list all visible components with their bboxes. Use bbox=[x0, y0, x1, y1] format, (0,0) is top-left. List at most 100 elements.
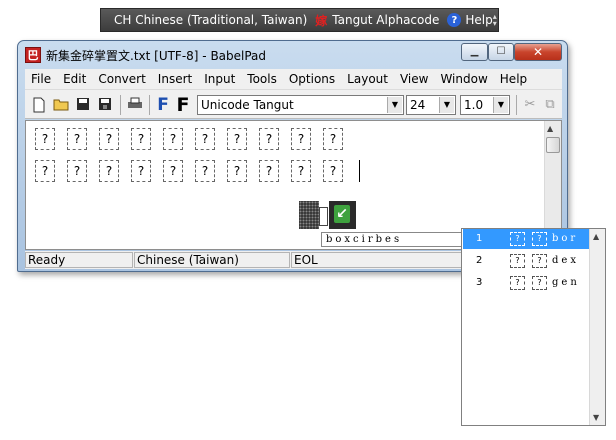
app-icon[interactable]: 巴 bbox=[25, 47, 41, 63]
tangut-glyph-box: ? bbox=[99, 128, 119, 150]
tangut-glyph-box: ? bbox=[163, 128, 183, 150]
candidate-latin: dex bbox=[552, 255, 579, 266]
scroll-up-icon[interactable]: ▲ bbox=[593, 232, 599, 241]
new-file-icon[interactable] bbox=[31, 97, 47, 113]
ime-mode-indicator[interactable] bbox=[319, 207, 328, 226]
menu-convert[interactable]: Convert bbox=[92, 72, 151, 86]
menu-edit[interactable]: Edit bbox=[57, 72, 92, 86]
menu-input[interactable]: Input bbox=[198, 72, 241, 86]
toolbar-separator bbox=[149, 95, 150, 115]
menu-window[interactable]: Window bbox=[434, 72, 493, 86]
ime-label: Tangut Alphacode bbox=[332, 13, 440, 27]
chevron-down-icon[interactable]: ▼ bbox=[387, 97, 402, 113]
tangut-glyph-box: ? bbox=[291, 128, 311, 150]
status-language: Chinese (Taiwan) bbox=[134, 252, 290, 268]
font-dialog-icon[interactable]: F bbox=[155, 97, 171, 114]
tangut-glyph-box: ? bbox=[259, 160, 279, 182]
candidate-number: 3 bbox=[476, 277, 483, 288]
input-language-selector[interactable]: CH Chinese (Traditional, Taiwan) bbox=[114, 13, 307, 27]
tangut-glyph-box: ? bbox=[67, 128, 87, 150]
status-state: Ready bbox=[25, 252, 133, 268]
font-size-dropdown[interactable]: 24 ▼ bbox=[406, 95, 456, 115]
title-bar[interactable]: 巴 新集金碎掌置文.txt [UTF-8] - BabelPad ▁ ☐ ✕ bbox=[18, 41, 567, 69]
window-title: 新集金碎掌置文.txt [UTF-8] - BabelPad bbox=[46, 49, 267, 63]
scroll-up-icon[interactable]: ▲ bbox=[547, 124, 553, 133]
tangut-glyph-box: ? bbox=[99, 160, 119, 182]
font-bold-icon[interactable]: F bbox=[175, 96, 191, 115]
maximize-button[interactable]: ☐ bbox=[488, 43, 514, 61]
language-bar: CH Chinese (Traditional, Taiwan) 嫁 Tangu… bbox=[100, 8, 499, 32]
ime-candidate-list: 1?? bor 2?? dex 3?? gen ▲ ▼ bbox=[461, 228, 606, 426]
save-icon[interactable] bbox=[75, 97, 91, 113]
candidate-scrollbar[interactable]: ▲ ▼ bbox=[589, 229, 605, 425]
tangut-glyph-box: ? bbox=[67, 160, 87, 182]
candidate-glyph: ? bbox=[510, 276, 525, 290]
menu-help[interactable]: Help bbox=[494, 72, 533, 86]
line-spacing-value: 1.0 bbox=[464, 98, 484, 112]
candidate-glyph: ? bbox=[510, 254, 525, 268]
candidate-glyph: ? bbox=[532, 254, 547, 268]
tangut-glyph-box: ? bbox=[195, 160, 215, 182]
font-name-value: Unicode Tangut bbox=[201, 98, 294, 112]
cut-icon[interactable]: ✂ bbox=[522, 97, 538, 113]
tangut-glyph-box: ? bbox=[259, 128, 279, 150]
tangut-glyph-box: ? bbox=[163, 160, 183, 182]
status-eol: EOL bbox=[291, 252, 471, 268]
scrollbar-thumb[interactable] bbox=[546, 137, 560, 153]
print-icon[interactable] bbox=[127, 97, 143, 113]
language-label: CH Chinese (Traditional, Taiwan) bbox=[114, 13, 308, 27]
toolbar-separator bbox=[120, 95, 121, 115]
help-button[interactable]: ? Help bbox=[447, 13, 493, 27]
menu-bar: File Edit Convert Insert Input Tools Opt… bbox=[25, 69, 562, 89]
tangut-glyph-box: ? bbox=[35, 160, 55, 182]
language-bar-options-icon[interactable]: ▴ ▾ bbox=[493, 13, 497, 28]
menu-tools[interactable]: Tools bbox=[241, 72, 283, 86]
help-label: Help bbox=[465, 13, 493, 27]
menu-file[interactable]: File bbox=[25, 72, 57, 86]
candidate-item[interactable]: 3?? gen bbox=[463, 273, 589, 293]
menu-insert[interactable]: Insert bbox=[152, 72, 198, 86]
font-size-value: 24 bbox=[410, 98, 426, 112]
close-button[interactable]: ✕ bbox=[514, 43, 562, 61]
tangut-glyph-box: ? bbox=[291, 160, 311, 182]
chevron-down-icon[interactable]: ▼ bbox=[493, 97, 508, 113]
menu-options[interactable]: Options bbox=[283, 72, 341, 86]
candidate-glyph: ? bbox=[532, 232, 547, 246]
save-all-icon[interactable] bbox=[97, 97, 113, 113]
candidate-glyph: ? bbox=[532, 276, 547, 290]
tangut-glyph-box: ? bbox=[131, 160, 151, 182]
tangut-glyph-box: ? bbox=[227, 160, 247, 182]
chevron-down-icon[interactable]: ▼ bbox=[439, 97, 454, 113]
ime-composition-field[interactable]: boxcirbes bbox=[321, 232, 475, 247]
tangut-ime-icon: 嫁 bbox=[315, 13, 328, 28]
green-arrow-icon: ↙ bbox=[334, 205, 350, 223]
tangut-glyph-box: ? bbox=[323, 160, 343, 182]
ime-selector[interactable]: 嫁 Tangut Alphacode bbox=[315, 12, 439, 29]
candidate-latin: bor bbox=[552, 233, 579, 244]
tangut-glyph-box: ? bbox=[227, 128, 247, 150]
line-spacing-dropdown[interactable]: 1.0 ▼ bbox=[460, 95, 510, 115]
candidate-glyph: ? bbox=[510, 232, 525, 246]
tangut-glyph-box: ? bbox=[323, 128, 343, 150]
candidate-item[interactable]: 1?? bor bbox=[463, 229, 589, 249]
tangut-glyph-box: ? bbox=[35, 128, 55, 150]
ime-drag-handle[interactable] bbox=[299, 201, 319, 229]
scroll-down-icon[interactable]: ▼ bbox=[593, 413, 599, 422]
font-name-dropdown[interactable]: Unicode Tangut ▼ bbox=[197, 95, 404, 115]
text-caret bbox=[359, 160, 360, 182]
tangut-glyph-box: ? bbox=[195, 128, 215, 150]
open-folder-icon[interactable] bbox=[53, 97, 69, 113]
candidate-number: 1 bbox=[476, 233, 483, 244]
candidate-latin: gen bbox=[552, 277, 580, 288]
toolbar: F F Unicode Tangut ▼ 24 ▼ 1.0 ▼ ✂ ⧉ bbox=[25, 89, 562, 119]
ime-convert-button[interactable]: ↙ bbox=[329, 201, 356, 229]
help-icon: ? bbox=[447, 13, 462, 27]
toolbar-separator bbox=[516, 95, 517, 115]
menu-layout[interactable]: Layout bbox=[341, 72, 394, 86]
tangut-glyph-box: ? bbox=[131, 128, 151, 150]
menu-view[interactable]: View bbox=[394, 72, 434, 86]
minimize-button[interactable]: ▁ bbox=[461, 43, 488, 61]
copy-icon[interactable]: ⧉ bbox=[542, 97, 558, 113]
candidate-item[interactable]: 2?? dex bbox=[463, 251, 589, 271]
candidate-number: 2 bbox=[476, 255, 483, 266]
